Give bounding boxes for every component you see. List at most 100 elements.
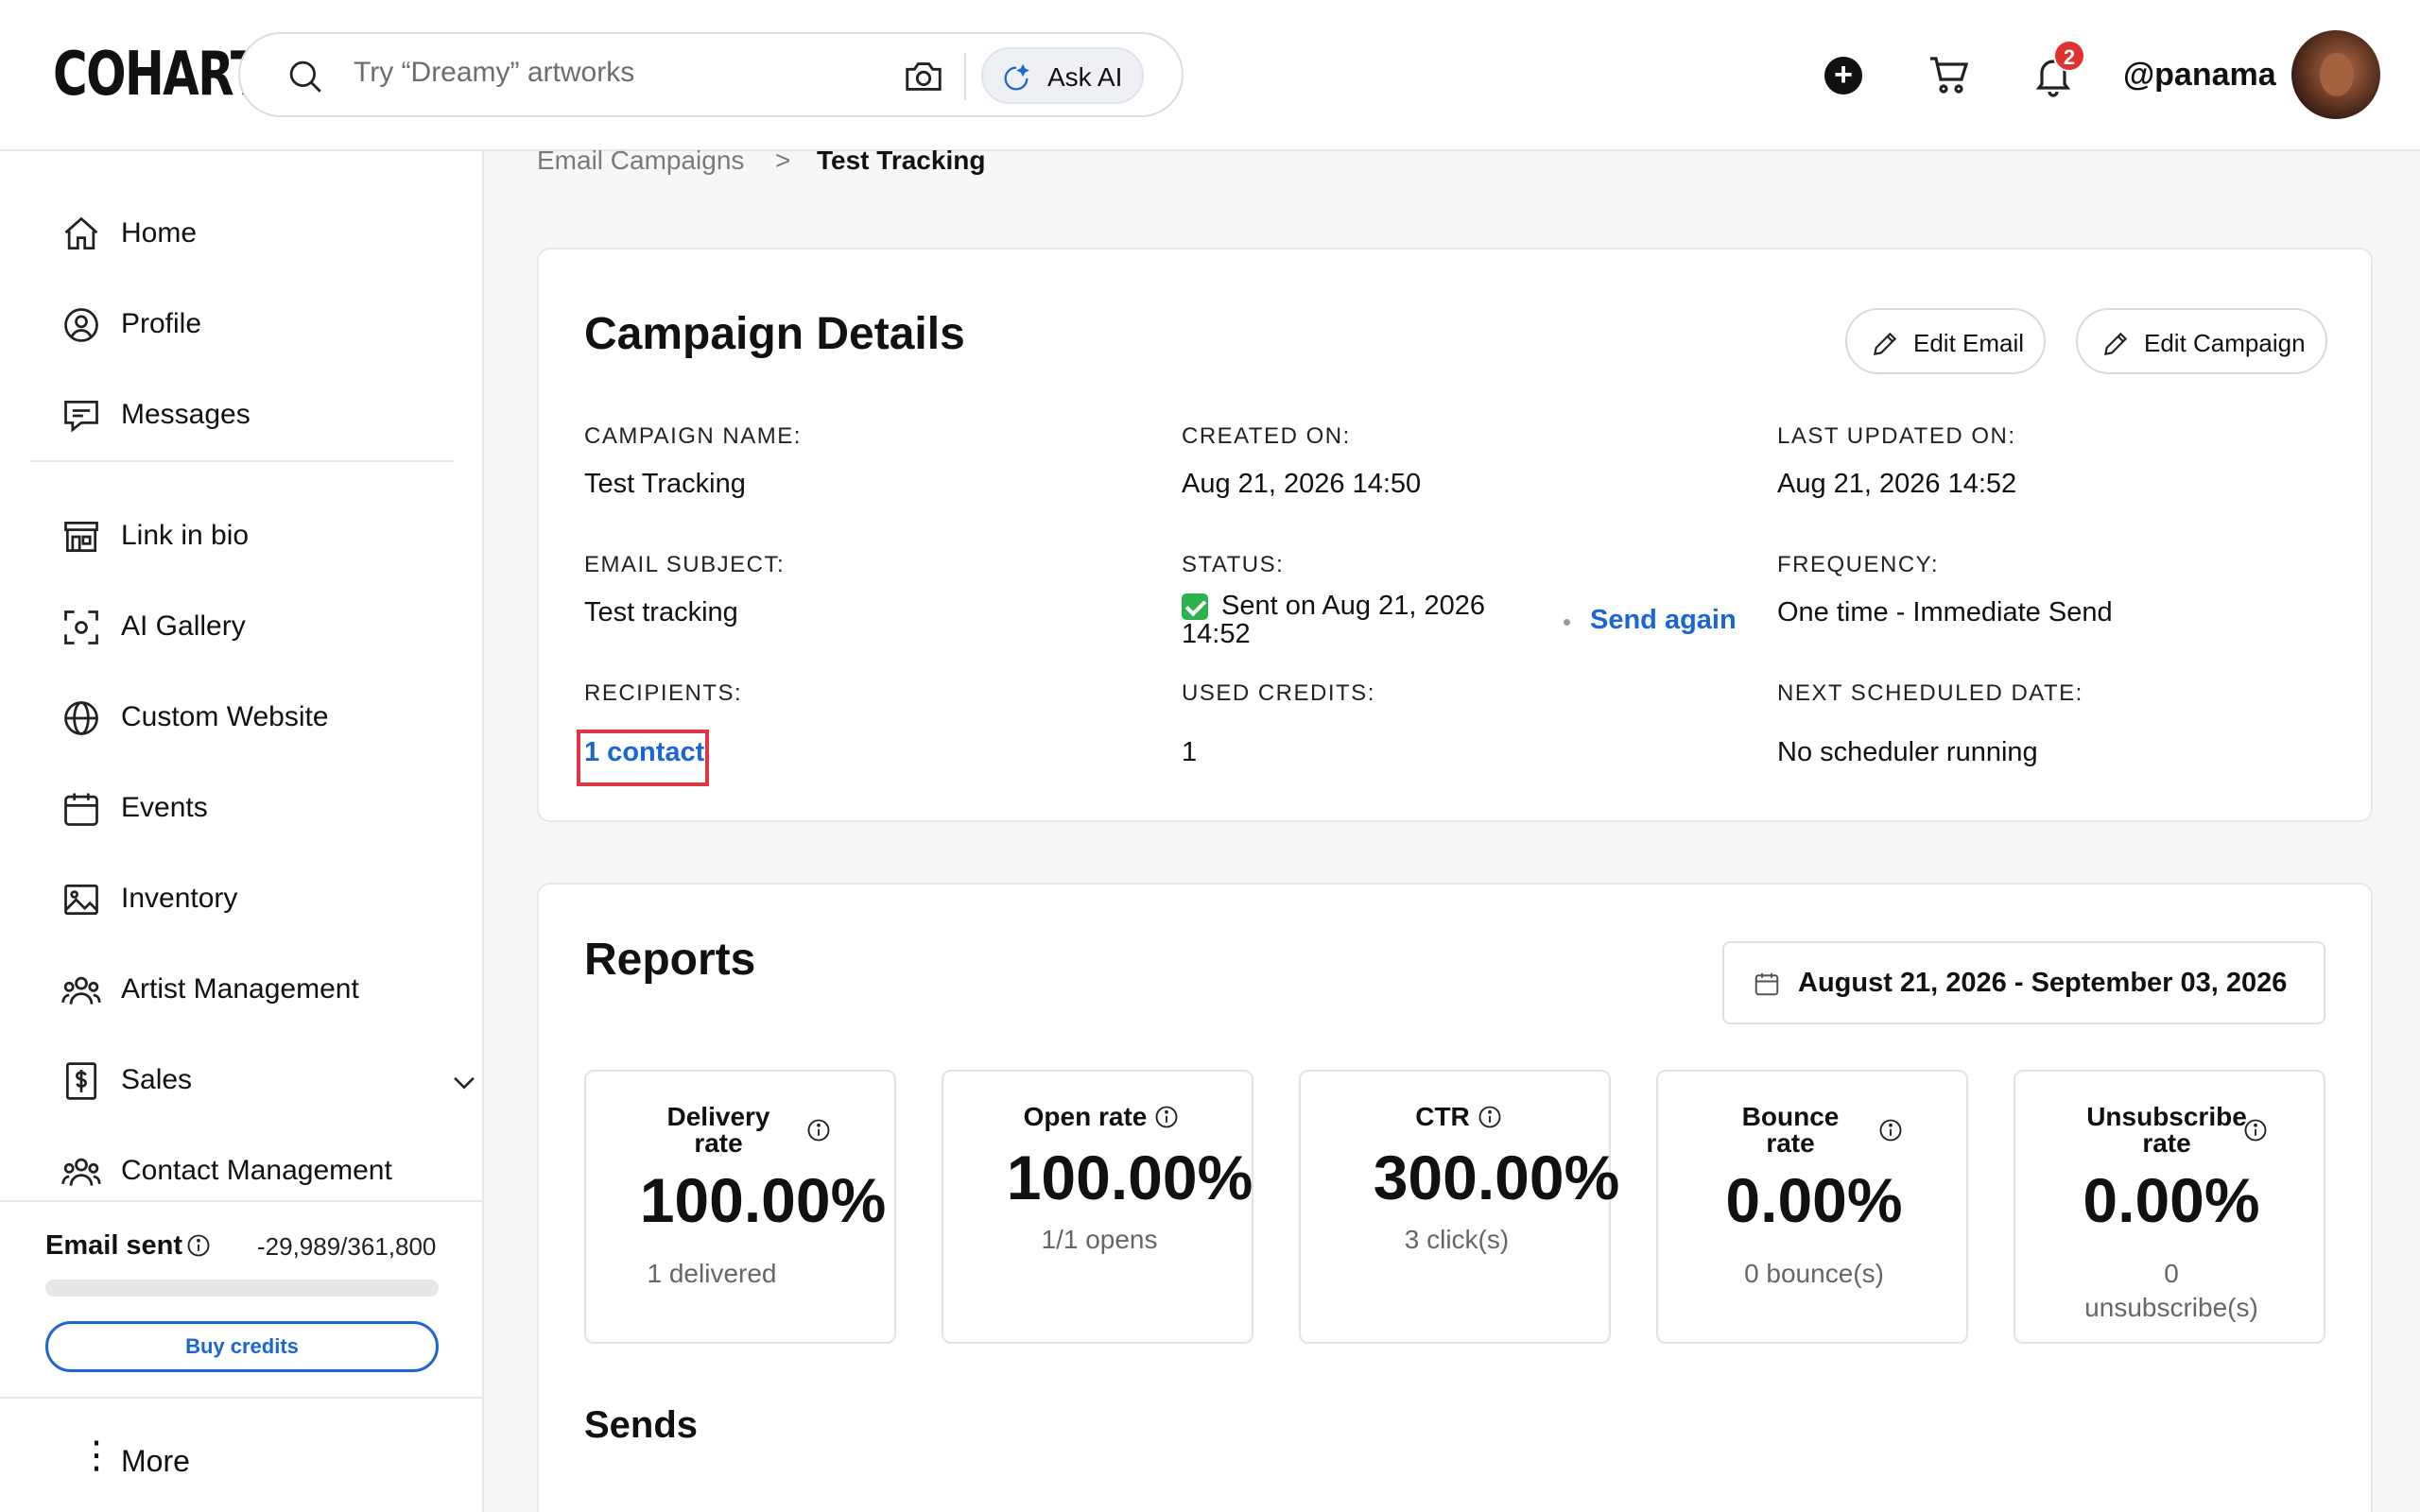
sends-title: Sends <box>584 1404 699 1446</box>
ask-ai-button[interactable]: Ask AI <box>981 47 1144 104</box>
campaign-details-title: Campaign Details <box>584 309 965 359</box>
more-button[interactable]: ⋮ More <box>60 1433 344 1489</box>
edit-email-button[interactable]: Edit Email <box>1845 308 2046 374</box>
top-header: COHART Try “Dreamy” artworks Ask AI + 2 … <box>0 0 2420 151</box>
sidebar-item-label: Sales <box>121 1064 193 1095</box>
users-icon <box>61 976 101 1005</box>
stat-value: 100.00% <box>1006 1143 1253 1212</box>
pencil-icon <box>1873 332 1897 356</box>
cohart-logo[interactable]: COHART <box>53 40 263 110</box>
stat-value: 0.00% <box>1725 1165 1903 1235</box>
sidebar-item-label: Inventory <box>121 883 238 914</box>
stat-subtext: 1 delivered <box>647 1259 777 1288</box>
stat-subtext: 0 <box>2164 1259 2179 1288</box>
sidebar-item-sales[interactable]: Sales <box>60 1051 475 1111</box>
globe-icon <box>64 701 98 735</box>
stat-title: CTR <box>1415 1102 1470 1131</box>
ai-sparkle-icon <box>1004 63 1029 91</box>
stat-value: 0.00% <box>2083 1165 2260 1235</box>
sidebar-item-label: Profile <box>121 308 202 339</box>
sidebar-item-contact-management[interactable]: Contact Management <box>60 1142 439 1202</box>
ask-ai-label: Ask AI <box>1047 62 1123 92</box>
storefront-icon <box>64 521 98 553</box>
sidebar-item-label: Custom Website <box>121 701 329 732</box>
stat-subtext: 0 bounce(s) <box>1744 1259 1884 1288</box>
edit-campaign-button[interactable]: Edit Campaign <box>2076 308 2327 374</box>
profile-icon <box>64 308 98 342</box>
stat-card-bounce: Bounce rate 0.00% 0 bounce(s) <box>1656 1070 1968 1344</box>
date-range-picker[interactable]: August 21, 2026 - September 03, 2026 <box>1722 941 2325 1024</box>
sidebar-item-link-in-bio[interactable]: Link in bio <box>60 507 439 567</box>
email-subject-label: EMAIL SUBJECT: <box>584 552 786 577</box>
edit-email-label: Edit Email <box>1913 329 2025 357</box>
campaign-details-card: Campaign Details Edit Email Edit Campaig… <box>537 248 2373 822</box>
buy-credits-button[interactable]: Buy credits <box>45 1321 439 1372</box>
stat-card-open-rate: Open rate 100.00% 1/1 opens <box>942 1070 1253 1344</box>
sidebar-item-inventory[interactable]: Inventory <box>60 869 439 930</box>
dollar-doc-icon <box>65 1062 97 1100</box>
frequency-label: FREQUENCY: <box>1777 552 1940 577</box>
sidebar-item-home[interactable]: Home <box>60 204 439 265</box>
breadcrumb-current: Test Tracking <box>817 146 986 175</box>
camera-icon[interactable] <box>902 55 945 98</box>
sidebar-item-label: Link in bio <box>121 520 250 551</box>
more-label: More <box>121 1444 190 1478</box>
sidebar-item-messages[interactable]: Messages <box>60 386 439 446</box>
sidebar-item-events[interactable]: Events <box>60 779 439 839</box>
stat-subtext-line2: unsubscribe(s) <box>2084 1293 2258 1322</box>
stat-value: 100.00% <box>639 1165 887 1235</box>
send-again-link[interactable]: Send again <box>1590 605 1737 636</box>
dot-separator <box>1564 619 1570 626</box>
recipients-label: RECIPIENTS: <box>584 680 743 706</box>
avatar[interactable] <box>2291 30 2380 119</box>
date-range-label: August 21, 2026 - September 03, 2026 <box>1798 968 2288 998</box>
breadcrumb-separator: > <box>775 146 791 175</box>
sidebar-item-label: Contact Management <box>121 1155 392 1186</box>
next-scheduled-label: NEXT SCHEDULED DATE: <box>1777 680 2083 706</box>
stat-title: Open rate <box>1023 1102 1148 1131</box>
info-icon[interactable] <box>1877 1117 1904 1143</box>
info-icon[interactable] <box>1153 1104 1180 1130</box>
stat-subtext: 1/1 opens <box>1041 1225 1158 1254</box>
search-icon <box>289 60 321 93</box>
info-icon[interactable] <box>805 1117 832 1143</box>
status-value: Sent on Aug 21, 2026 <box>1221 591 1485 621</box>
stat-value: 300.00% <box>1373 1143 1620 1212</box>
image-icon <box>64 884 98 916</box>
stat-card-delivery: Delivery rate 100.00% 1 delivered <box>584 1070 896 1344</box>
email-sent-label: Email sent <box>45 1230 183 1261</box>
info-icon[interactable] <box>185 1232 212 1259</box>
email-subject-value: Test tracking <box>584 597 738 627</box>
sidebar-item-custom-website[interactable]: Custom Website <box>60 688 439 748</box>
search-bar[interactable]: Try “Dreamy” artworks Ask AI <box>238 32 1184 117</box>
sidebar-item-label: Artist Management <box>121 973 359 1005</box>
home-icon <box>64 216 98 250</box>
ai-scan-icon <box>64 610 98 644</box>
calendar-icon <box>1754 972 1779 996</box>
check-icon <box>1182 593 1208 620</box>
email-credits-progress <box>45 1280 439 1297</box>
add-icon[interactable]: + <box>1824 57 1862 94</box>
stat-card-unsubscribe: Unsubscribe rate 0.00% 0 unsubscribe(s) <box>2014 1070 2325 1344</box>
search-input[interactable]: Try “Dreamy” artworks <box>354 57 634 89</box>
stat-subtext: 3 click(s) <box>1404 1225 1510 1254</box>
used-credits-value: 1 <box>1182 737 1198 767</box>
edit-campaign-label: Edit Campaign <box>2144 329 2306 357</box>
sidebar-item-label: Home <box>121 217 198 249</box>
recipients-link[interactable]: 1 contact <box>584 737 704 768</box>
stat-card-ctr: CTR 300.00% 3 click(s) <box>1299 1070 1619 1344</box>
pencil-icon <box>2103 332 2128 356</box>
more-vertical-icon: ⋮ <box>78 1435 115 1476</box>
sidebar-item-artist-management[interactable]: Artist Management <box>60 960 439 1021</box>
sidebar-item-profile[interactable]: Profile <box>60 295 439 355</box>
last-updated-value: Aug 21, 2026 14:52 <box>1777 469 2017 499</box>
breadcrumb-email-campaigns[interactable]: Email Campaigns <box>537 146 744 175</box>
username[interactable]: @panama <box>2123 57 2276 94</box>
search-divider <box>964 53 966 100</box>
info-icon[interactable] <box>1477 1104 1503 1130</box>
sidebar-divider <box>0 1397 482 1399</box>
info-icon[interactable] <box>2242 1117 2269 1143</box>
cart-icon[interactable] <box>1927 53 1972 98</box>
sidebar-item-ai-gallery[interactable]: AI Gallery <box>60 597 439 658</box>
chevron-down-icon[interactable] <box>448 1066 480 1098</box>
